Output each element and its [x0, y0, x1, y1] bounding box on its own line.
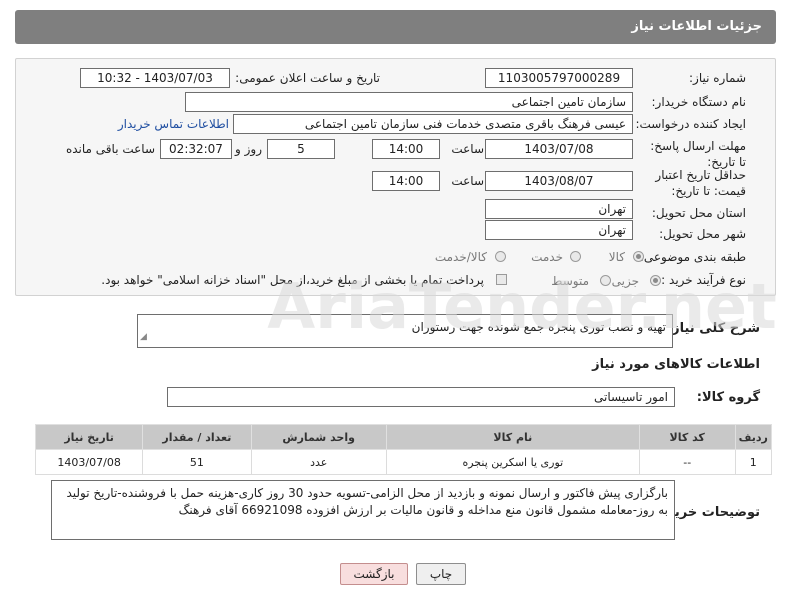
goods-table-header: ردیف کد کالا نام کالا واحد شمارش تعداد /…	[34, 424, 773, 450]
category-goods-radio[interactable]	[633, 251, 644, 262]
table-row: 1 -- توری یا اسکرین پنجره عدد 51 1403/07…	[34, 449, 773, 475]
goods-group-field: امور تاسیساتی	[167, 387, 675, 407]
col-code-header: کد کالا	[638, 424, 736, 450]
category-service-label: خدمت	[531, 250, 563, 264]
days-remaining-field: 5	[267, 139, 335, 159]
creator-field: عیسی فرهنگ باقری متصدی خدمات فنی سازمان …	[233, 114, 633, 134]
price-time-field: 14:00	[372, 171, 440, 191]
category-goods-service-label: کالا/خدمت	[434, 250, 487, 264]
creator-label: ایجاد کننده درخواست:	[635, 117, 746, 131]
back-button[interactable]: بازگشت	[340, 563, 408, 585]
process-type-label: نوع فرآیند خرید :	[661, 273, 746, 287]
announce-date-field: 1403/07/03 - 10:32	[80, 68, 230, 88]
description-field: تهیه و نصب توری پنجره جمع شونده جهت رستو…	[137, 314, 673, 348]
cell-unit: عدد	[250, 449, 387, 475]
time-remaining-field: 02:32:07	[160, 139, 232, 159]
resize-handle-icon[interactable]: ◢	[140, 329, 147, 346]
buyer-contact-link[interactable]: اطلاعات تماس خریدار	[118, 115, 229, 133]
announce-date-label: تاریخ و ساعت اعلان عمومی:	[235, 71, 380, 85]
province-label: استان محل تحویل:	[651, 206, 746, 220]
cell-name: توری یا اسکرین پنجره	[385, 449, 640, 475]
process-medium-radio[interactable]	[600, 275, 611, 286]
page-title: جزئیات اطلاعات نیاز	[631, 19, 762, 34]
reply-deadline-label: مهلت ارسال پاسخ: تا تاریخ:	[650, 139, 746, 169]
col-name-header: نام کالا	[385, 424, 640, 450]
cell-code: --	[638, 449, 736, 475]
category-label: طبقه بندی موضوعی:	[639, 250, 746, 264]
time-remaining-label: ساعت باقی مانده	[65, 142, 155, 156]
reply-date-field: 1403/07/08	[485, 139, 633, 159]
reply-time-field: 14:00	[372, 139, 440, 159]
city-field: تهران	[485, 220, 633, 240]
treasury-payment-checkbox[interactable]	[496, 274, 507, 285]
reply-time-label: ساعت	[451, 142, 484, 156]
buyer-org-field: سازمان تامین اجتماعی	[185, 92, 633, 112]
goods-section-title: اطلاعات کالاهای مورد نیاز	[592, 357, 760, 372]
cell-qty: 51	[142, 449, 252, 475]
goods-group-label: گروه کالا:	[696, 390, 760, 405]
col-qty-header: تعداد / مقدار	[142, 424, 252, 450]
province-field: تهران	[485, 199, 633, 219]
category-goods-label: کالا	[608, 250, 625, 264]
price-date-field: 1403/08/07	[485, 171, 633, 191]
category-service-radio[interactable]	[570, 251, 581, 262]
page-header: جزئیات اطلاعات نیاز	[15, 10, 776, 44]
description-text: تهیه و نصب توری پنجره جمع شونده جهت رستو…	[411, 320, 666, 334]
price-time-label: ساعت	[451, 174, 484, 188]
buyer-notes-field: بارگزاری پیش فاکتور و ارسال نمونه و بازد…	[51, 480, 675, 540]
need-number-label: شماره نیاز:	[689, 71, 746, 85]
buyer-org-label: نام دستگاه خریدار:	[651, 95, 747, 109]
col-date-header: تاریخ نیاز	[34, 424, 144, 450]
category-goods-service-radio[interactable]	[495, 251, 506, 262]
days-label: روز و	[235, 142, 262, 156]
col-row-header: ردیف	[734, 424, 773, 450]
description-label: شرح کلی نیاز:	[666, 321, 760, 336]
city-label: شهر محل تحویل:	[659, 227, 746, 241]
price-deadline-label: حداقل تاریخ اعتبار قیمت: تا تاریخ:	[655, 168, 746, 198]
treasury-payment-note: پرداخت تمام یا بخشی از مبلغ خرید،از محل …	[101, 273, 484, 287]
goods-table-wrapper: ردیف کد کالا نام کالا واحد شمارش تعداد /…	[34, 424, 773, 475]
process-medium-label: متوسط	[551, 274, 589, 288]
print-button[interactable]: چاپ	[416, 563, 466, 585]
process-minor-label: جزیی	[611, 274, 639, 288]
process-minor-radio[interactable]	[650, 275, 661, 286]
cell-date: 1403/07/08	[34, 449, 144, 475]
need-number-field: 1103005797000289	[485, 68, 633, 88]
goods-table: ردیف کد کالا نام کالا واحد شمارش تعداد /…	[34, 424, 773, 475]
col-unit-header: واحد شمارش	[250, 424, 387, 450]
cell-row: 1	[734, 449, 773, 475]
buyer-notes-text: بارگزاری پیش فاکتور و ارسال نمونه و بازد…	[66, 486, 668, 517]
